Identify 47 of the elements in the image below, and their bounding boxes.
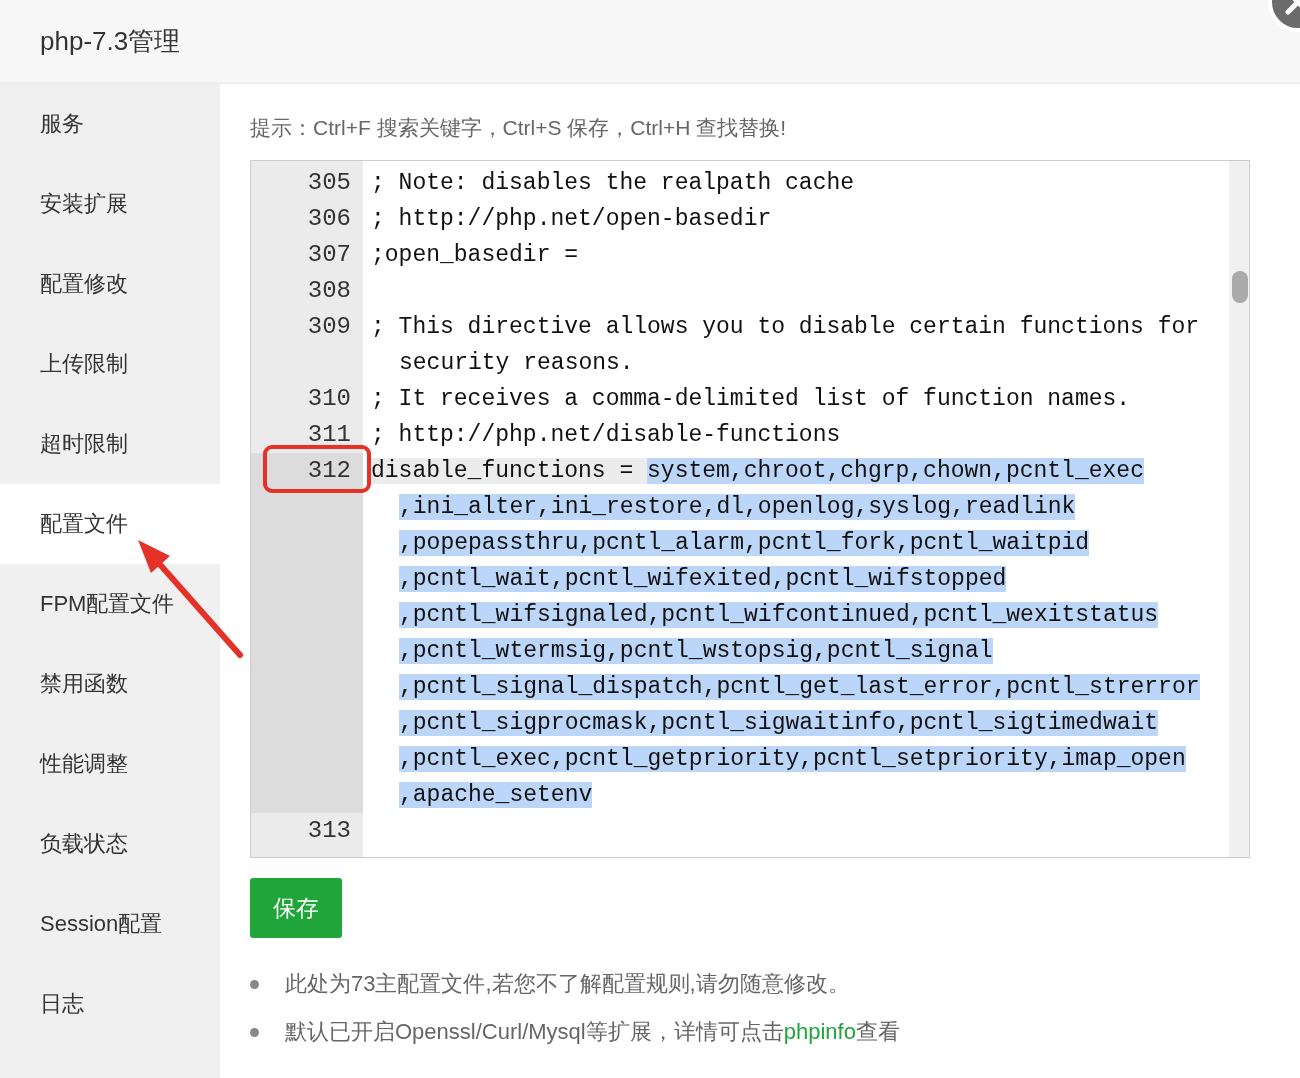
sidebar-item[interactable]: 配置文件 — [0, 484, 220, 564]
window-title: php-7.3管理 — [40, 24, 181, 58]
code-editor[interactable] — [250, 160, 1250, 858]
sidebar-item[interactable]: FPM配置文件 — [0, 564, 220, 644]
code-text: ; Note: disables the realpath cache — [371, 170, 855, 196]
selected-code-text: ,ini_alter,ini_restore,dl,openlog,syslog,readlink — [399, 494, 1076, 520]
sidebar-item[interactable]: 配置修改 — [0, 244, 220, 324]
code-text: ; It receives a comma-delimited list of function names. — [371, 386, 1131, 412]
sidebar-item[interactable]: 性能调整 — [0, 724, 220, 804]
sidebar-item[interactable]: 负载状态 — [0, 804, 220, 884]
selected-code-text: ,pcntl_exec,pcntl_getpriority,pcntl_setpriority,imap_open — [399, 746, 1186, 772]
scrollbar-thumb[interactable] — [1232, 271, 1248, 303]
line-number: 311 — [307, 421, 351, 448]
code-text: ; http://php.net/disable-functions — [371, 422, 841, 448]
selected-code-text: ,pcntl_wtermsig,pcntl_wstopsig,pcntl_signal — [399, 638, 993, 664]
code-text: ; http://php.net/open-basedir — [371, 206, 772, 232]
line-number: 305 — [307, 169, 351, 196]
line-number: 313 — [307, 817, 351, 844]
bullet-icon — [250, 1027, 259, 1037]
selected-code-text: ,popepassthru,pcntl_alarm,pcntl_fork,pcntl_waitpid — [399, 530, 1090, 556]
note-text: 此处为73主配置文件,若您不了解配置规则,请勿随意修改。 — [285, 970, 850, 998]
sidebar-item[interactable]: 上传限制 — [0, 324, 220, 404]
code-text: ;open_basedir = — [371, 242, 579, 268]
selected-code-text: ,apache_setenv — [399, 782, 593, 808]
line-number: 312 — [307, 457, 351, 484]
selected-code-text: ,pcntl_wifsignaled,pcntl_wifcontinued,pcntl_wexitstatus — [399, 602, 1159, 628]
code-text: security reasons. — [399, 350, 634, 376]
line-number: 310 — [307, 385, 351, 412]
bullet-icon — [250, 979, 259, 989]
line-number: 307 — [307, 241, 351, 268]
sidebar-item[interactable]: 超时限制 — [0, 404, 220, 484]
sidebar-item[interactable]: 禁用函数 — [0, 644, 220, 724]
code-text: ; This directive allows you to disable certain functions for — [371, 314, 1200, 340]
sidebar-item[interactable]: 安装扩展 — [0, 164, 220, 244]
selected-code-text: ,pcntl_signal_dispatch,pcntl_get_last_error,pcntl_strerror — [399, 674, 1200, 700]
sidebar-item[interactable]: 服务 — [0, 84, 220, 164]
code-text: disable_functions = — [371, 458, 648, 484]
note-text: 默认已开启Openssl/Curl/Mysql等扩展，详情可点击phpinfo查看 — [285, 1018, 900, 1046]
selected-code-text: ,pcntl_wait,pcntl_wifexited,pcntl_wifstopped — [399, 566, 1007, 592]
sidebar-item[interactable]: 日志 — [0, 964, 220, 1044]
line-number: 308 — [307, 277, 351, 304]
selected-code-text: system,chroot,chgrp,chown,pcntl_exec — [647, 458, 1144, 484]
sidebar-item[interactable]: Session配置 — [0, 884, 220, 964]
line-number: 309 — [307, 313, 351, 340]
selected-code-text: ,pcntl_sigprocmask,pcntl_sigwaitinfo,pcntl_sigtimedwait — [399, 710, 1159, 736]
line-number: 306 — [307, 205, 351, 232]
hint-text: 提示：Ctrl+F 搜索关键字，Ctrl+S 保存，Ctrl+H 查找替换! — [250, 115, 788, 141]
